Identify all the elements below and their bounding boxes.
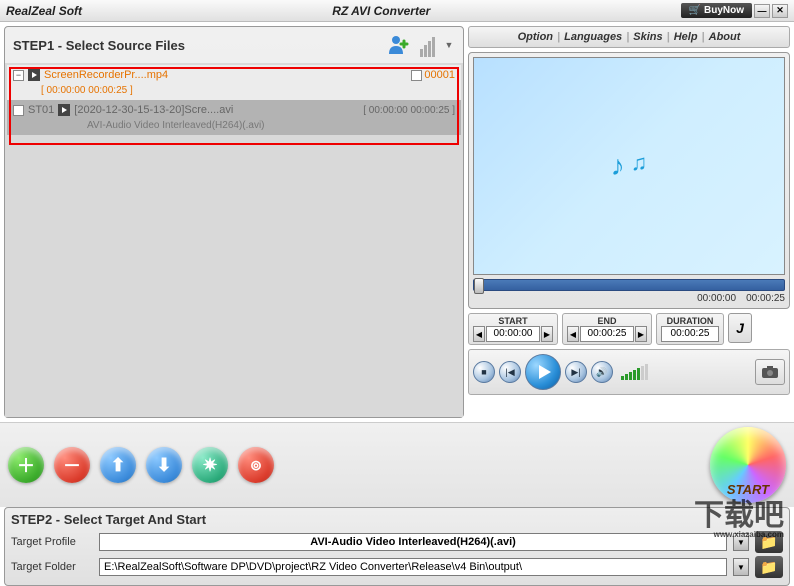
profile-settings-button[interactable]: 📁 [755, 531, 783, 553]
menu-option[interactable]: Option [518, 31, 553, 43]
music-notes-icon: ♪♫ [611, 150, 648, 182]
seek-thumb[interactable] [474, 278, 484, 294]
step1-title: STEP1 - Select Source Files [13, 38, 387, 53]
start-label: START [727, 482, 769, 497]
playback-controls: ■ |◀ ▶| 🔊 [468, 349, 790, 395]
target-profile-label: Target Profile [11, 536, 93, 548]
action-buttons-row: ＋ － ⬆ ⬇ ✷ ⊚ START [0, 422, 794, 507]
file-1-number: 00001 [424, 69, 455, 81]
buy-now-button[interactable]: 🛒 BuyNow [681, 3, 752, 18]
add-button[interactable]: ＋ [8, 447, 44, 483]
snapshot-button[interactable] [755, 359, 785, 385]
file-2-range: [ 00:00:00 00:00:25 ] [363, 105, 455, 116]
file-2-checkbox[interactable] [13, 105, 24, 116]
sort-icon[interactable] [415, 33, 439, 57]
menu-help[interactable]: Help [674, 31, 698, 43]
app-title: RZ AVI Converter [82, 4, 681, 18]
collapse-icon[interactable]: − [13, 70, 24, 81]
duration-value: 00:00:25 [661, 326, 719, 342]
duration-group: DURATION 00:00:25 [656, 313, 724, 345]
target-profile-combo[interactable]: AVI-Audio Video Interleaved(H264)(.avi) [99, 533, 727, 551]
file-2-prefix: ST01 [28, 104, 54, 116]
top-menu: Option| Languages| Skins| Help| About [468, 26, 790, 48]
source-files-panel: STEP1 - Select Source Files ▼ − ScreenRe… [4, 26, 464, 418]
time-total: 00:00:25 [746, 293, 785, 304]
brand-label: RealZeal Soft [6, 4, 82, 18]
play-icon[interactable] [58, 104, 70, 116]
file-row-2[interactable]: ST01 [2020-12-30-15-13-20]Scre....avi [ … [7, 100, 461, 120]
start-time-group: START ◀ 00:00:00 ▶ [468, 313, 558, 345]
start-increase[interactable]: ▶ [541, 326, 553, 342]
buy-now-label: BuyNow [704, 5, 744, 16]
file-list: − ScreenRecorderPr....mp4 00001 [ 00:00:… [5, 63, 463, 417]
target-folder-label: Target Folder [11, 561, 93, 573]
file-1-checkbox[interactable] [411, 70, 422, 81]
settings-button[interactable]: ✷ [192, 447, 228, 483]
play-button[interactable] [525, 354, 561, 390]
start-decrease[interactable]: ◀ [473, 326, 485, 342]
title-bar: RealZeal Soft RZ AVI Converter 🛒 BuyNow … [0, 0, 794, 22]
duration-label: DURATION [667, 316, 714, 326]
target-folder-value: E:\RealZealSoft\Software DP\DVD\project\… [104, 561, 522, 573]
file-1-range: [ 00:00:00 00:00:25 ] [7, 85, 461, 100]
menu-skins[interactable]: Skins [633, 31, 662, 43]
end-value[interactable]: 00:00:25 [580, 326, 634, 342]
target-profile-value: AVI-Audio Video Interleaved(H264)(.avi) [310, 536, 516, 548]
end-time-group: END ◀ 00:00:25 ▶ [562, 313, 652, 345]
step2-panel: STEP2 - Select Target And Start Target P… [4, 507, 790, 586]
file-row-1[interactable]: − ScreenRecorderPr....mp4 00001 [7, 65, 461, 85]
clip-range-row: START ◀ 00:00:00 ▶ END ◀ 00:00:25 ▶ DURA… [468, 313, 790, 345]
step-forward-button[interactable]: ▶| [565, 361, 587, 383]
start-value[interactable]: 00:00:00 [486, 326, 540, 342]
move-down-button[interactable]: ⬇ [146, 447, 182, 483]
stop-button[interactable]: ■ [473, 361, 495, 383]
preview-panel: ♪♫ 00:00:00 00:00:25 [468, 52, 790, 309]
browse-folder-button[interactable]: 📁 [755, 556, 783, 578]
start-label: START [498, 316, 527, 326]
close-button[interactable]: ✕ [772, 4, 788, 18]
target-folder-combo[interactable]: E:\RealZealSoft\Software DP\DVD\project\… [99, 558, 727, 576]
menu-about[interactable]: About [709, 31, 741, 43]
add-people-icon[interactable] [387, 33, 411, 57]
start-button[interactable]: START [710, 427, 786, 503]
step2-title: STEP2 - Select Target And Start [11, 512, 783, 527]
play-icon[interactable] [28, 69, 40, 81]
volume-button[interactable]: 🔊 [591, 361, 613, 383]
time-current: 00:00:00 [697, 293, 736, 304]
move-up-button[interactable]: ⬆ [100, 447, 136, 483]
video-preview[interactable]: ♪♫ [473, 57, 785, 275]
file-2-name: [2020-12-30-15-13-20]Scre....avi [74, 104, 363, 116]
menu-languages[interactable]: Languages [564, 31, 622, 43]
volume-level[interactable] [621, 364, 648, 380]
mark-button[interactable]: J [728, 313, 752, 343]
cart-icon: 🛒 [689, 5, 701, 16]
minimize-button[interactable]: — [754, 4, 770, 18]
step-back-button[interactable]: |◀ [499, 361, 521, 383]
effects-button[interactable]: ⊚ [238, 447, 274, 483]
profile-dropdown-icon[interactable]: ▼ [733, 533, 749, 551]
dropdown-arrow-icon[interactable]: ▼ [443, 33, 455, 57]
seek-bar[interactable] [473, 279, 785, 291]
end-label: END [597, 316, 616, 326]
remove-button[interactable]: － [54, 447, 90, 483]
end-increase[interactable]: ▶ [635, 326, 647, 342]
file-2-format: AVI-Audio Video Interleaved(H264)(.avi) [7, 120, 461, 135]
folder-dropdown-icon[interactable]: ▼ [733, 558, 749, 576]
end-decrease[interactable]: ◀ [567, 326, 579, 342]
file-1-name: ScreenRecorderPr....mp4 [44, 69, 411, 81]
